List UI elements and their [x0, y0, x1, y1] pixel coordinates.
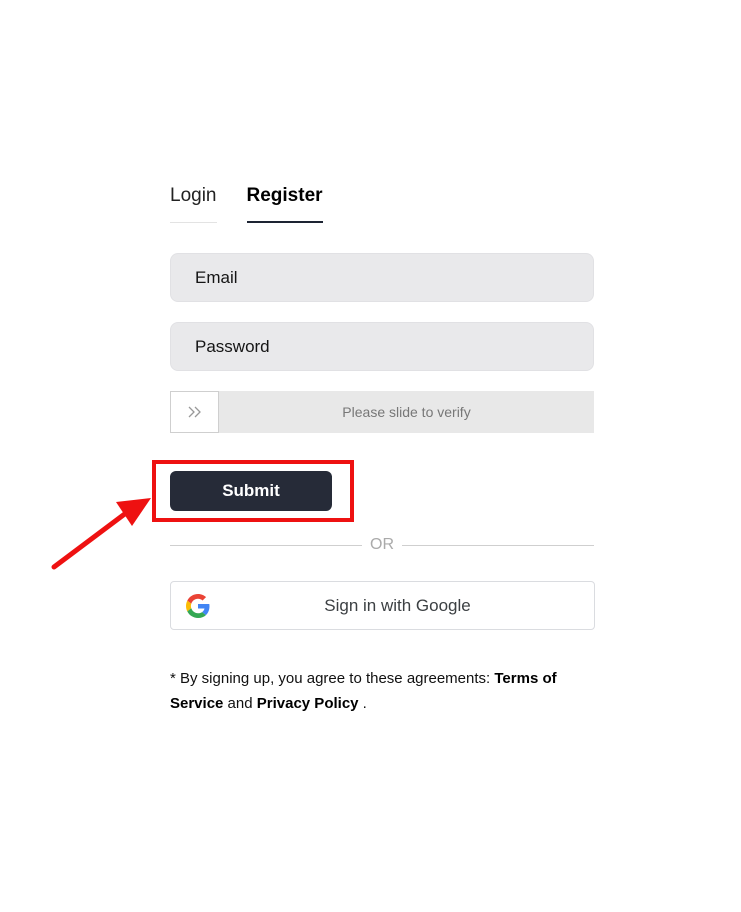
tab-register[interactable]: Register: [246, 184, 323, 223]
agreement-text: * By signing up, you agree to these agre…: [170, 666, 600, 716]
google-sign-in-label: Sign in with Google: [324, 596, 471, 615]
password-field[interactable]: [170, 322, 594, 371]
google-sign-in-button[interactable]: Sign in with Google: [170, 581, 595, 630]
email-field[interactable]: [170, 253, 594, 302]
agreement-suffix: .: [358, 695, 367, 712]
annotation-highlight-box: [152, 460, 354, 522]
privacy-policy-link[interactable]: Privacy Policy: [257, 695, 359, 712]
annotation-arrow-icon: [51, 498, 151, 570]
agreement-conjunction: and: [223, 695, 257, 712]
slider-text: Please slide to verify: [342, 404, 471, 420]
slide-verify-captcha: Please slide to verify: [170, 391, 594, 433]
or-divider: OR: [170, 535, 594, 555]
double-chevron-right-icon: [188, 406, 201, 418]
agreement-prefix: * By signing up, you agree to these agre…: [170, 670, 495, 687]
register-page: Login Register Please slide to verify Su…: [0, 0, 741, 912]
divider-line-right: [402, 545, 594, 546]
slider-handle[interactable]: [170, 391, 219, 433]
tab-login[interactable]: Login: [170, 184, 217, 223]
auth-tabs: Login Register: [170, 184, 323, 223]
google-g-icon: [186, 594, 210, 618]
